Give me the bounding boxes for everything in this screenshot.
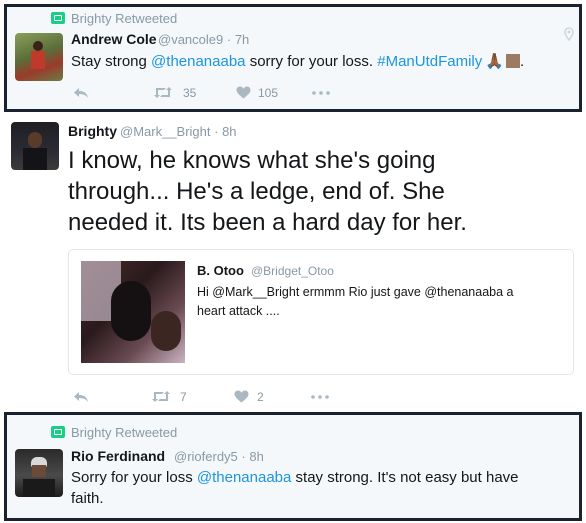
timestamp[interactable]: · 7h: [227, 32, 249, 47]
retweet-action-icon[interactable]: [151, 390, 171, 403]
author-handle[interactable]: @vancole9: [158, 32, 223, 47]
author-handle[interactable]: @Mark__Bright: [120, 124, 211, 139]
timestamp[interactable]: · 8h: [241, 449, 263, 464]
retweet-count: 7: [180, 390, 187, 404]
retweeted-label: Brighty Retweeted: [71, 11, 178, 26]
retweet-icon: [51, 426, 65, 438]
retweet-count: 35: [183, 86, 197, 100]
tweet-brighty[interactable]: Brighty @Mark__Bright · 8h I know, he kn…: [0, 112, 586, 412]
like-count: 105: [258, 86, 279, 100]
quoted-tweet[interactable]: B. Otoo @Bridget_Otoo Hi @Mark__Bright e…: [68, 249, 574, 375]
retweet-icon: [51, 12, 65, 24]
retweeted-label: Brighty Retweeted: [71, 425, 178, 440]
more-icon[interactable]: [312, 91, 330, 95]
retweet-action-icon[interactable]: [153, 86, 173, 99]
mention-link[interactable]: @thenanaaba: [151, 53, 245, 70]
timestamp[interactable]: · 8h: [214, 124, 236, 139]
avatar[interactable]: [15, 449, 63, 497]
author-handle-and-time: @rioferdy5 · 8h: [174, 449, 264, 464]
author-name[interactable]: Andrew Cole: [71, 31, 157, 47]
like-count: 2: [257, 390, 264, 404]
avatar[interactable]: [11, 122, 59, 170]
like-icon[interactable]: [236, 86, 251, 99]
quoted-author-handle[interactable]: @Bridget_Otoo: [251, 264, 334, 278]
author-handle-and-time: @Mark__Bright · 8h: [120, 124, 237, 139]
tweet-text: Sorry for your loss @thenanaaba stay str…: [71, 469, 519, 507]
reply-icon[interactable]: [73, 87, 89, 99]
location-pin-icon: [564, 27, 574, 41]
hashtag-link[interactable]: #ManUtdFamily: [377, 53, 482, 70]
author-name[interactable]: Brighty: [68, 123, 117, 139]
emoji: 🙏🏾: [485, 53, 504, 70]
author-handle-and-time: @vancole9 · 7h: [158, 32, 249, 47]
quoted-media[interactable]: [81, 261, 185, 363]
tweet-text: I know, he knows what she's going throug…: [68, 147, 467, 236]
avatar[interactable]: [15, 33, 63, 81]
reply-icon[interactable]: [73, 391, 89, 403]
mention-link[interactable]: @thenanaaba: [197, 469, 291, 486]
tweet-rio-ferdinand[interactable]: Brighty Retweeted Rio Ferdinand @rioferd…: [4, 412, 582, 521]
more-icon[interactable]: [311, 395, 329, 399]
author-handle[interactable]: @rioferdy5: [174, 449, 238, 464]
tweet-text: Stay strong @thenanaaba sorry for your l…: [71, 53, 525, 70]
like-icon[interactable]: [234, 390, 249, 403]
tweet-andrew-cole[interactable]: Brighty Retweeted Andrew Cole @vancole9 …: [4, 4, 582, 112]
quoted-author-name[interactable]: B. Otoo: [197, 263, 244, 278]
quoted-text: Hi @Mark__Bright ermmm Rio just gave @th…: [197, 285, 514, 318]
emoji-square: [505, 54, 520, 68]
author-name[interactable]: Rio Ferdinand: [71, 448, 165, 464]
